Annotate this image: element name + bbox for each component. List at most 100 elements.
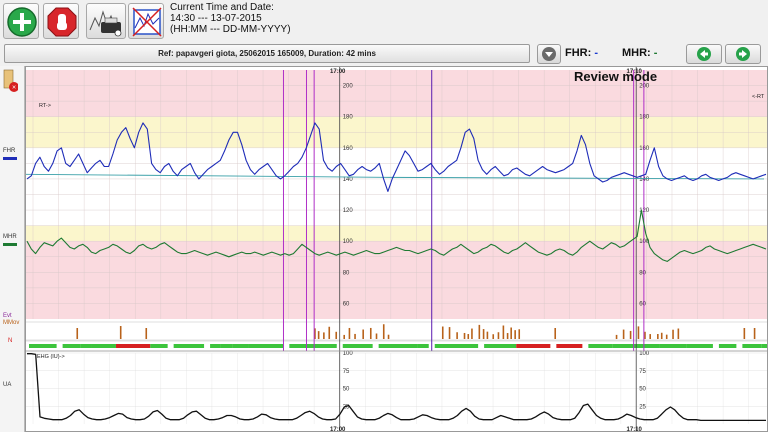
mhr-readout-label: MHR: bbox=[622, 47, 651, 59]
movement-event-bar bbox=[672, 329, 674, 339]
arrow-left-icon bbox=[697, 47, 711, 61]
hr-band-3 bbox=[25, 225, 768, 242]
movement-event-bar bbox=[554, 328, 557, 339]
hr-tick-label: 140 bbox=[343, 177, 354, 183]
fhr-channel-swatch bbox=[3, 157, 17, 160]
svg-text:×: × bbox=[12, 85, 16, 92]
movement-event-bar bbox=[677, 328, 680, 339]
fhr-alarm-button[interactable] bbox=[537, 44, 561, 64]
next-page-button[interactable] bbox=[725, 44, 761, 64]
movement-event-bar bbox=[637, 326, 640, 339]
ctg-review-window: Current Time and Date: 14:30 --- 13-07-2… bbox=[0, 0, 768, 432]
movement-event-bar bbox=[119, 326, 122, 339]
movement-event-bar bbox=[492, 334, 495, 339]
review-mode-label: Review mode bbox=[574, 69, 658, 84]
signal-quality-segment bbox=[434, 344, 479, 348]
movement-event-bar bbox=[471, 328, 473, 339]
hr-band-4 bbox=[25, 241, 768, 319]
marker-channel-label: N bbox=[8, 338, 13, 344]
signal-quality-segment bbox=[210, 344, 221, 348]
ctg-trace-chart[interactable]: 17:0017:00200180160140120100806010075502… bbox=[25, 66, 768, 432]
movement-event-bar bbox=[382, 324, 385, 339]
movement-event-bar bbox=[629, 330, 632, 339]
ua-tick-label: 100 bbox=[343, 351, 354, 357]
movement-event-bar bbox=[649, 334, 651, 339]
movement-event-bar bbox=[441, 326, 444, 339]
movement-event-bar bbox=[482, 329, 485, 339]
zoom-fit-icon bbox=[132, 7, 162, 37]
channel-label-column: × FHR MHR Evt MMov N UA bbox=[0, 66, 25, 432]
hr-tick-label: 120 bbox=[343, 208, 354, 214]
movement-event-bar bbox=[743, 328, 746, 339]
arrow-right-icon bbox=[736, 47, 750, 61]
signal-quality-segment bbox=[659, 344, 687, 348]
movement-event-bar bbox=[317, 331, 320, 339]
signal-quality-segment bbox=[556, 344, 583, 348]
signal-quality-segment bbox=[173, 344, 205, 348]
stop-hand-icon bbox=[47, 7, 77, 37]
print-button[interactable] bbox=[86, 3, 126, 39]
movement-event-bar bbox=[665, 334, 668, 339]
movement-event-bar bbox=[514, 330, 516, 339]
signal-quality-segment bbox=[484, 344, 517, 348]
ua-tick-label: 75 bbox=[343, 369, 350, 375]
movement-event-bar bbox=[467, 334, 470, 339]
hr-tick-label: 180 bbox=[343, 115, 354, 121]
signal-quality-segment bbox=[232, 344, 249, 348]
clock-format: (HH:MM --- DD-MM-YYYY) bbox=[170, 24, 291, 35]
movement-event-bar bbox=[622, 329, 625, 339]
hr-tick-label: 80 bbox=[639, 270, 646, 276]
mhr-channel-label: MHR bbox=[3, 234, 17, 240]
down-arrow-icon bbox=[542, 47, 556, 61]
recording-reference-bar: Ref: papavgeri giota, 25062015 165009, D… bbox=[4, 44, 530, 63]
movement-event-bar bbox=[497, 332, 500, 339]
movement-event-bar bbox=[387, 334, 390, 339]
zoom-fit-button[interactable] bbox=[128, 3, 164, 39]
signal-quality-segment bbox=[248, 344, 284, 348]
signal-quality-segment bbox=[378, 344, 418, 348]
movement-event-bar bbox=[335, 331, 338, 339]
fhr-readout-label: FHR: bbox=[565, 47, 592, 59]
signal-quality-segment bbox=[80, 344, 92, 348]
movement-event-bar bbox=[145, 328, 148, 339]
ua-tick-label: 75 bbox=[639, 369, 646, 375]
movement-event-bar bbox=[644, 331, 646, 339]
signal-quality-segment bbox=[115, 344, 151, 348]
hr-tick-label: 200 bbox=[343, 84, 354, 90]
movement-event-bar bbox=[354, 333, 356, 339]
rt-start-tag: RT-> bbox=[39, 103, 51, 109]
add-icon bbox=[7, 7, 37, 37]
movement-event-bar bbox=[518, 329, 521, 339]
stop-button[interactable] bbox=[43, 3, 79, 39]
movement-channel-label: MMov bbox=[3, 320, 20, 326]
signal-quality-segment bbox=[62, 344, 81, 348]
movement-event-bar bbox=[502, 325, 505, 339]
add-button[interactable] bbox=[3, 3, 39, 39]
hr-tick-label: 60 bbox=[343, 301, 350, 307]
movement-event-bar bbox=[343, 334, 346, 339]
fhr-readout-value: - bbox=[594, 47, 599, 59]
hr-tick-label: 100 bbox=[343, 239, 354, 245]
previous-page-button[interactable] bbox=[686, 44, 722, 64]
signal-quality-segment bbox=[588, 344, 613, 348]
movement-event-bar bbox=[478, 324, 481, 339]
movement-event-bar bbox=[615, 334, 618, 339]
ua-tick-label: 50 bbox=[343, 387, 350, 393]
movement-event-bar bbox=[660, 332, 663, 339]
signal-quality-segment bbox=[742, 344, 762, 348]
printer-icon bbox=[89, 10, 122, 37]
event-channel-label: Evt bbox=[3, 313, 12, 319]
movement-event-bar bbox=[657, 334, 659, 339]
movement-event-bar bbox=[362, 329, 364, 339]
signal-quality-segment bbox=[289, 344, 337, 348]
signal-quality-segment bbox=[29, 344, 57, 348]
rt-end-tag: <-RT bbox=[752, 94, 765, 100]
clock-time-date: 14:30 --- 13-07-2015 bbox=[170, 13, 262, 24]
mhr-readout: MHR: - bbox=[622, 47, 657, 59]
hr-tick-label: 160 bbox=[639, 146, 650, 152]
ua-tick-label: 100 bbox=[639, 351, 650, 357]
hr-tick-label: 200 bbox=[639, 84, 650, 90]
signal-quality-segment bbox=[761, 344, 768, 348]
movement-event-bar bbox=[510, 327, 512, 339]
movement-event-bar bbox=[348, 327, 351, 339]
